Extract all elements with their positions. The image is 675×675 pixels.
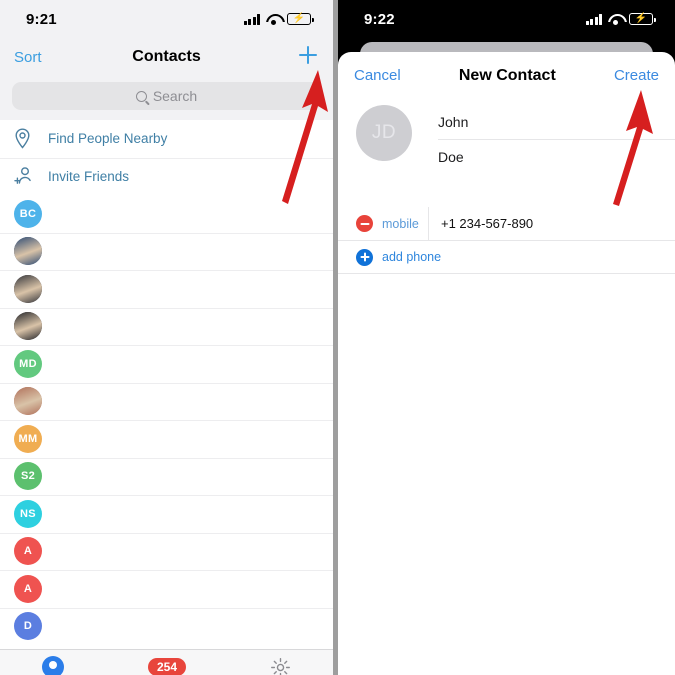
minus-circle-icon[interactable] (356, 215, 373, 232)
contact-avatar (14, 387, 48, 416)
avatar-initials: MD (14, 349, 42, 378)
status-bar-time: 9:22 (364, 10, 395, 28)
contact-row[interactable]: NS (0, 495, 333, 533)
search-icon (135, 90, 147, 102)
status-bar-indicators: ⚡ (243, 13, 314, 25)
phone-number-field[interactable]: +1 234-567-890 (428, 207, 675, 240)
section-divider (338, 273, 675, 274)
contact-row[interactable] (0, 382, 333, 420)
avatar-initials: D (14, 612, 42, 641)
first-name-field[interactable]: John (438, 105, 675, 139)
plus-circle-icon[interactable] (356, 248, 373, 266)
status-bar-indicators: ⚡ (585, 13, 656, 25)
cellular-bars-icon (243, 13, 260, 25)
gear-icon[interactable] (270, 657, 291, 675)
name-section: JD John Doe (338, 99, 675, 173)
avatar-initials: A (14, 537, 42, 566)
contact-rows-container[interactable]: BC MD MM S2 NS A A D (0, 195, 333, 645)
contact-row[interactable]: D (0, 607, 333, 645)
sheet-nav-bar: Cancel New Contact Create (338, 52, 675, 99)
contact-row[interactable]: S2 (0, 457, 333, 495)
contact-avatar (14, 237, 48, 266)
search-input[interactable]: Search (12, 82, 321, 110)
contact-row[interactable]: MM (0, 420, 333, 458)
contact-row[interactable]: A (0, 532, 333, 570)
person-add-icon (14, 166, 48, 186)
battery-charging-icon: ⚡ (287, 13, 314, 25)
unread-badge[interactable]: 254 (147, 658, 186, 675)
name-fields: John Doe (438, 105, 675, 173)
screenshot-stage: 9:21 ⚡ Sort Contacts Search Find People … (0, 0, 675, 675)
wifi-icon (266, 14, 281, 25)
plus-icon[interactable] (297, 44, 319, 66)
add-contact-button[interactable] (265, 44, 319, 70)
battery-charging-icon: ⚡ (629, 13, 656, 25)
add-phone-label[interactable]: add phone (382, 250, 441, 264)
list-item-invite-friends[interactable]: Invite Friends (0, 157, 333, 195)
contacts-tab-icon[interactable] (41, 656, 64, 675)
add-phone-row[interactable]: add phone (338, 240, 675, 273)
contact-row[interactable] (0, 232, 333, 270)
status-bar-right: 9:22 ⚡ (338, 0, 675, 38)
status-bar-left: 9:21 ⚡ (0, 0, 333, 38)
contact-avatar: D (14, 612, 48, 641)
avatar-initials: A (14, 574, 42, 603)
contact-avatar: MM (14, 424, 48, 453)
cancel-button[interactable]: Cancel (354, 67, 401, 84)
list-item-label: Find People Nearby (48, 131, 168, 147)
phone-row-mobile[interactable]: mobile +1 234-567-890 (338, 207, 675, 240)
contact-row[interactable] (0, 307, 333, 345)
page-title: Contacts (132, 48, 201, 65)
contact-avatar: A (14, 574, 48, 603)
contacts-screen: 9:21 ⚡ Sort Contacts Search Find People … (0, 0, 333, 675)
contact-row[interactable] (0, 270, 333, 308)
avatar[interactable]: JD (356, 105, 412, 161)
wifi-icon (608, 14, 623, 25)
contact-avatar: A (14, 537, 48, 566)
avatar-initials: NS (14, 499, 42, 528)
status-bar-time: 9:21 (26, 10, 57, 28)
avatar-initials: S2 (14, 462, 42, 491)
sort-button[interactable]: Sort (14, 49, 68, 66)
contact-avatar: BC (14, 199, 48, 228)
contact-avatar (14, 274, 48, 303)
avatar-photo (14, 387, 42, 416)
search-placeholder: Search (152, 88, 198, 104)
phone-type-label[interactable]: mobile (382, 217, 428, 231)
avatar-initials: BC (14, 199, 42, 228)
avatar-initials: MM (14, 424, 42, 453)
list-item-find-people-nearby[interactable]: Find People Nearby (0, 120, 333, 158)
last-name-field[interactable]: Doe (438, 139, 675, 173)
phone-section: mobile +1 234-567-890 add phone (338, 207, 675, 274)
sheet-title: New Contact (458, 66, 556, 84)
contact-avatar: NS (14, 499, 48, 528)
new-contact-sheet: Cancel New Contact Create JD John Doe mo… (338, 52, 675, 675)
contact-avatar: S2 (14, 462, 48, 491)
contact-row[interactable]: MD (0, 345, 333, 383)
contact-row[interactable]: BC (0, 195, 333, 233)
right-phone-panel: 9:22 ⚡ Cancel New Contact Create JD John… (338, 0, 675, 675)
avatar-photo (14, 312, 42, 341)
contact-row[interactable]: A (0, 570, 333, 608)
list-item-label: Invite Friends (48, 168, 130, 184)
avatar-photo (14, 274, 42, 303)
avatar-photo (14, 237, 42, 266)
location-pin-icon (14, 128, 48, 149)
left-phone-panel: 9:21 ⚡ Sort Contacts Search Find People … (0, 0, 338, 675)
search-container: Search (0, 76, 333, 120)
create-button[interactable]: Create (614, 67, 659, 84)
cellular-bars-icon (585, 13, 602, 25)
bottom-tab-bar[interactable]: 254 (0, 649, 333, 675)
contact-avatar (14, 312, 48, 341)
contacts-list[interactable]: Find People Nearby Invite Friends BC MD MM… (0, 120, 333, 675)
contacts-nav-bar: Sort Contacts (0, 38, 333, 76)
contact-avatar: MD (14, 349, 48, 378)
new-contact-screen: 9:22 ⚡ Cancel New Contact Create JD John… (338, 0, 675, 675)
